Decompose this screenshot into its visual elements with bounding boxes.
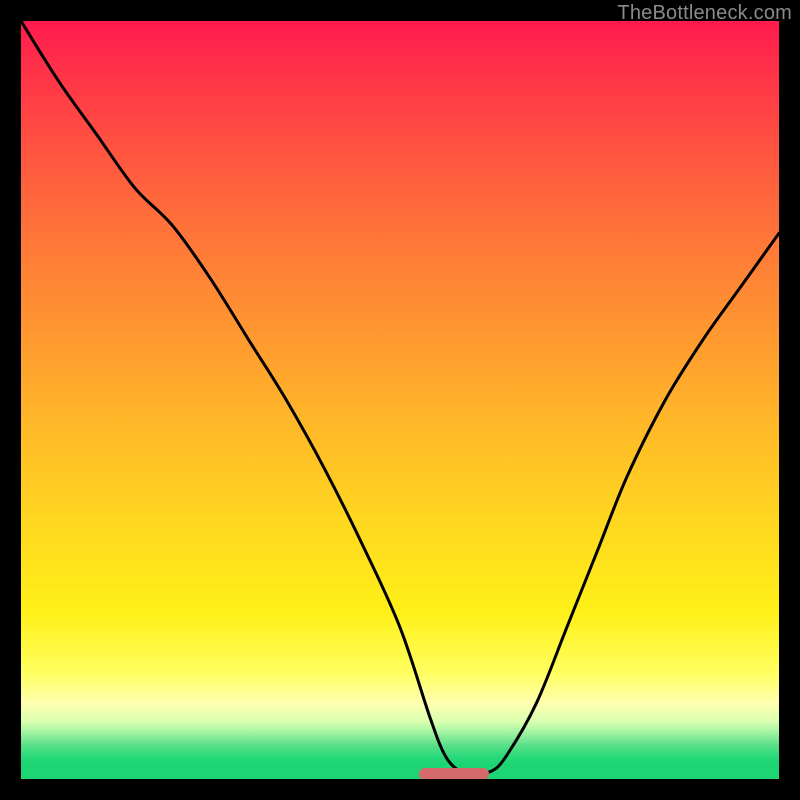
- watermark-text: TheBottleneck.com: [617, 2, 792, 25]
- plot-area: [21, 21, 779, 779]
- bottleneck-curve: [21, 21, 779, 779]
- chart-frame: TheBottleneck.com: [0, 0, 800, 800]
- curve-path: [21, 21, 779, 773]
- optimal-range-marker: [419, 768, 489, 779]
